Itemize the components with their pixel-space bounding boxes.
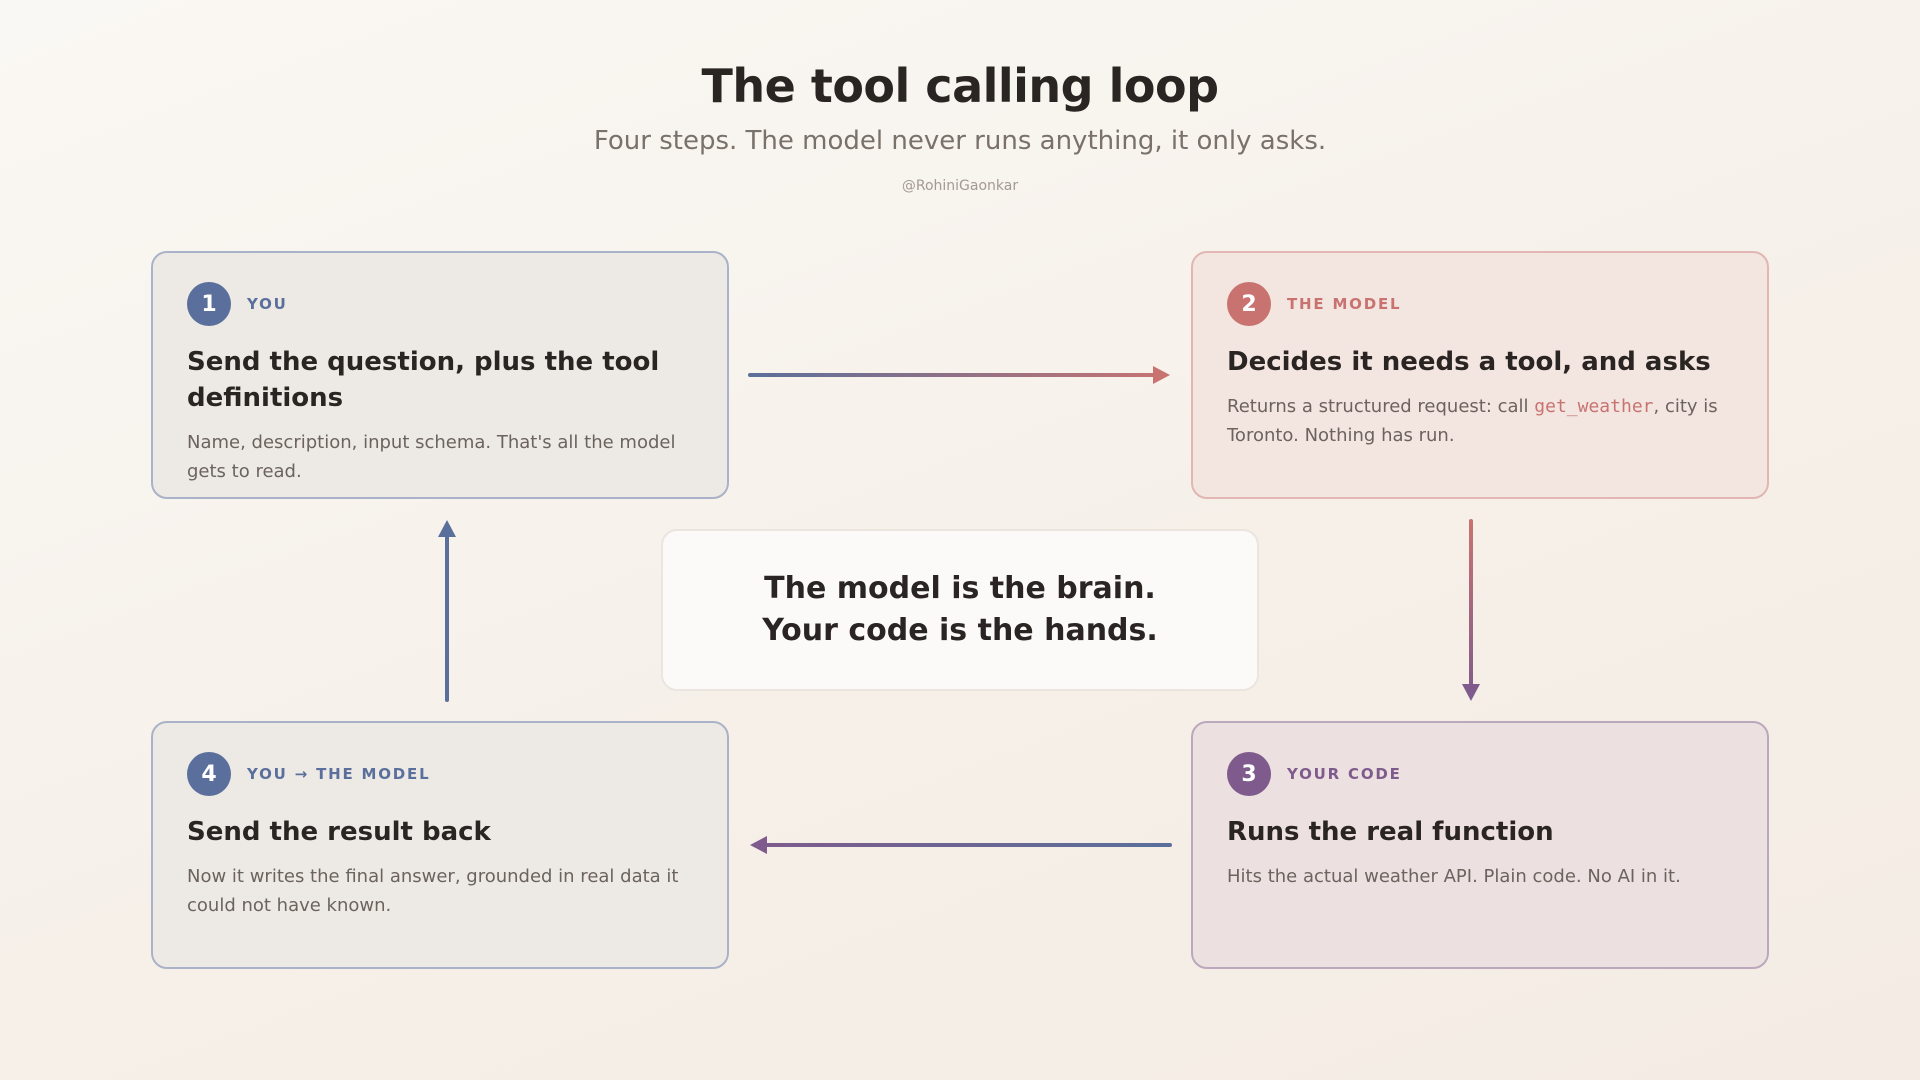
step-description-2-before: Returns a structured request: call xyxy=(1227,396,1534,417)
center-message: The model is the brain. Your code is the… xyxy=(661,529,1259,691)
step-header-4: 4 YOU → THE MODEL xyxy=(187,752,693,796)
step-role-4: YOU → THE MODEL xyxy=(247,765,430,783)
page-subtitle: Four steps. The model never runs anythin… xyxy=(0,124,1920,158)
author-handle: @RohiniGaonkar xyxy=(0,176,1920,196)
step-role-1: YOU xyxy=(247,295,288,313)
step-badge-3: 3 xyxy=(1227,752,1271,796)
step-card-3: 3 YOUR CODE Runs the real function Hits … xyxy=(1191,721,1769,969)
page-title: The tool calling loop xyxy=(0,58,1920,114)
step-role-3: YOUR CODE xyxy=(1287,765,1402,783)
step-header-2: 2 THE MODEL xyxy=(1227,282,1733,326)
step-description-2: Returns a structured request: call get_w… xyxy=(1227,392,1733,450)
step-title-2: Decides it needs a tool, and asks xyxy=(1227,344,1733,380)
step-header-3: 3 YOUR CODE xyxy=(1227,752,1733,796)
arrow-left-icon xyxy=(750,836,1170,854)
step-badge-1: 1 xyxy=(187,282,231,326)
step-title-1: Send the question, plus the tool definit… xyxy=(187,344,693,416)
step-description-3: Hits the actual weather API. Plain code.… xyxy=(1227,862,1733,891)
step-description-4: Now it writes the final answer, grounded… xyxy=(187,862,693,920)
step-description-1: Name, description, input schema. That's … xyxy=(187,428,693,486)
step-header-1: 1 YOU xyxy=(187,282,693,326)
header: The tool calling loop Four steps. The mo… xyxy=(0,58,1920,196)
step-card-2: 2 THE MODEL Decides it needs a tool, and… xyxy=(1191,251,1769,499)
step-badge-4: 4 xyxy=(187,752,231,796)
step-card-4: 4 YOU → THE MODEL Send the result back N… xyxy=(151,721,729,969)
arrow-down-icon xyxy=(1462,521,1480,701)
arrow-up-icon xyxy=(438,520,456,700)
step-title-4: Send the result back xyxy=(187,814,693,850)
step-badge-2: 2 xyxy=(1227,282,1271,326)
center-line-2: Your code is the hands. xyxy=(762,610,1158,652)
code-snippet: get_weather xyxy=(1534,396,1653,417)
step-role-2: THE MODEL xyxy=(1287,295,1401,313)
arrow-right-icon xyxy=(750,366,1170,384)
step-card-1: 1 YOU Send the question, plus the tool d… xyxy=(151,251,729,499)
step-title-3: Runs the real function xyxy=(1227,814,1733,850)
center-line-1: The model is the brain. xyxy=(764,568,1156,610)
